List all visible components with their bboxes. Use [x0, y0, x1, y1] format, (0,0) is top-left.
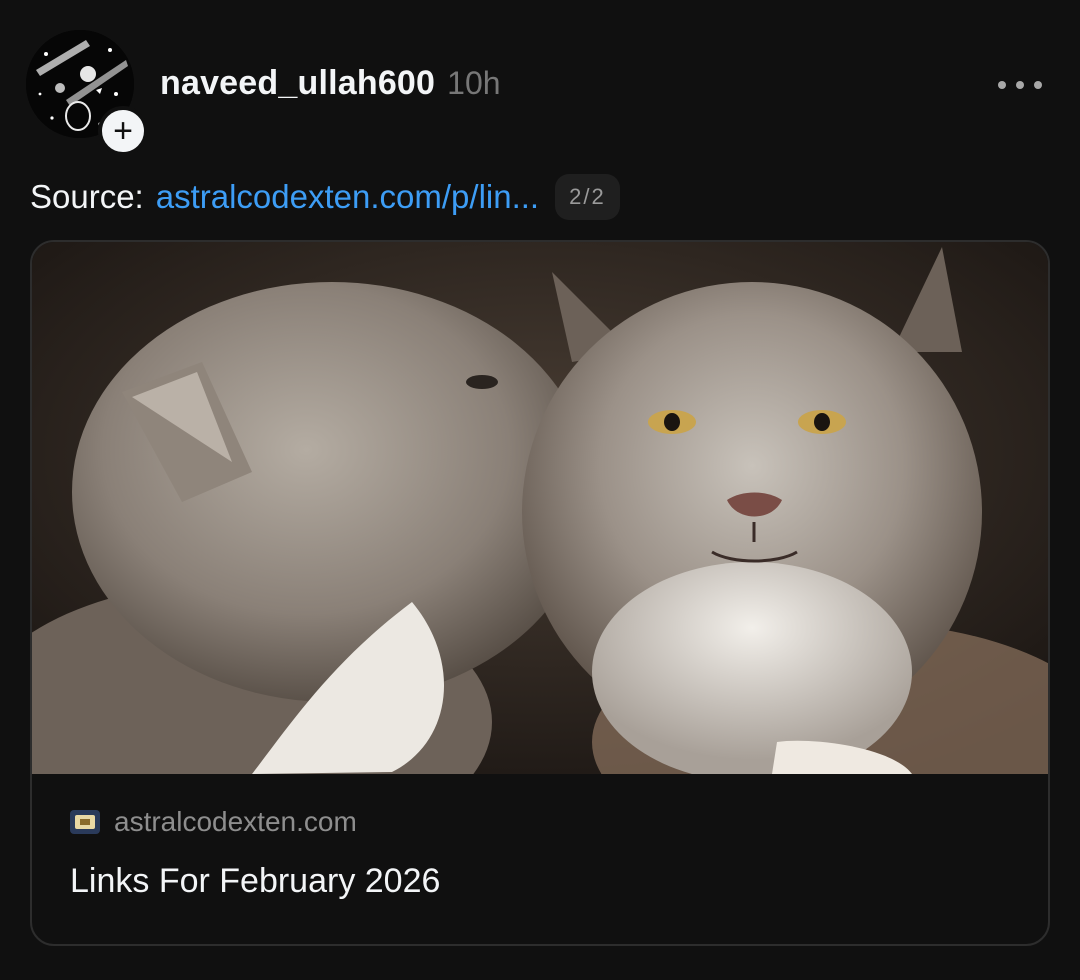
link-preview-card[interactable]: astralcodexten.com Links For February 20… [30, 240, 1050, 946]
more-options-button[interactable] [992, 70, 1048, 100]
avatar-container[interactable]: + [26, 30, 148, 156]
post-timestamp: 10h [447, 65, 501, 101]
favicon-icon [70, 810, 100, 834]
plus-icon: + [113, 112, 133, 150]
username[interactable]: naveed_ullah600 [160, 64, 435, 103]
post-header: naveed_ullah600 10h [160, 64, 501, 108]
follow-button[interactable]: + [98, 106, 148, 156]
lynx-photo [32, 242, 1048, 774]
more-icon-dot [1034, 81, 1042, 89]
link-preview-footer: astralcodexten.com Links For February 20… [70, 802, 1010, 901]
link-preview-image [32, 242, 1048, 774]
caption-link[interactable]: astralcodexten.com/p/lin... [156, 178, 539, 216]
post-caption: Source: astralcodexten.com/p/lin... 2/2 [30, 174, 620, 220]
more-icon-dot [1016, 81, 1024, 89]
link-domain: astralcodexten.com [114, 806, 357, 837]
link-source-row: astralcodexten.com [70, 802, 1010, 842]
page-indicator: 2/2 [555, 174, 620, 220]
link-title: Links For February 2026 [70, 862, 441, 900]
caption-label: Source: [30, 178, 144, 215]
more-horizontal-icon [998, 81, 1006, 89]
